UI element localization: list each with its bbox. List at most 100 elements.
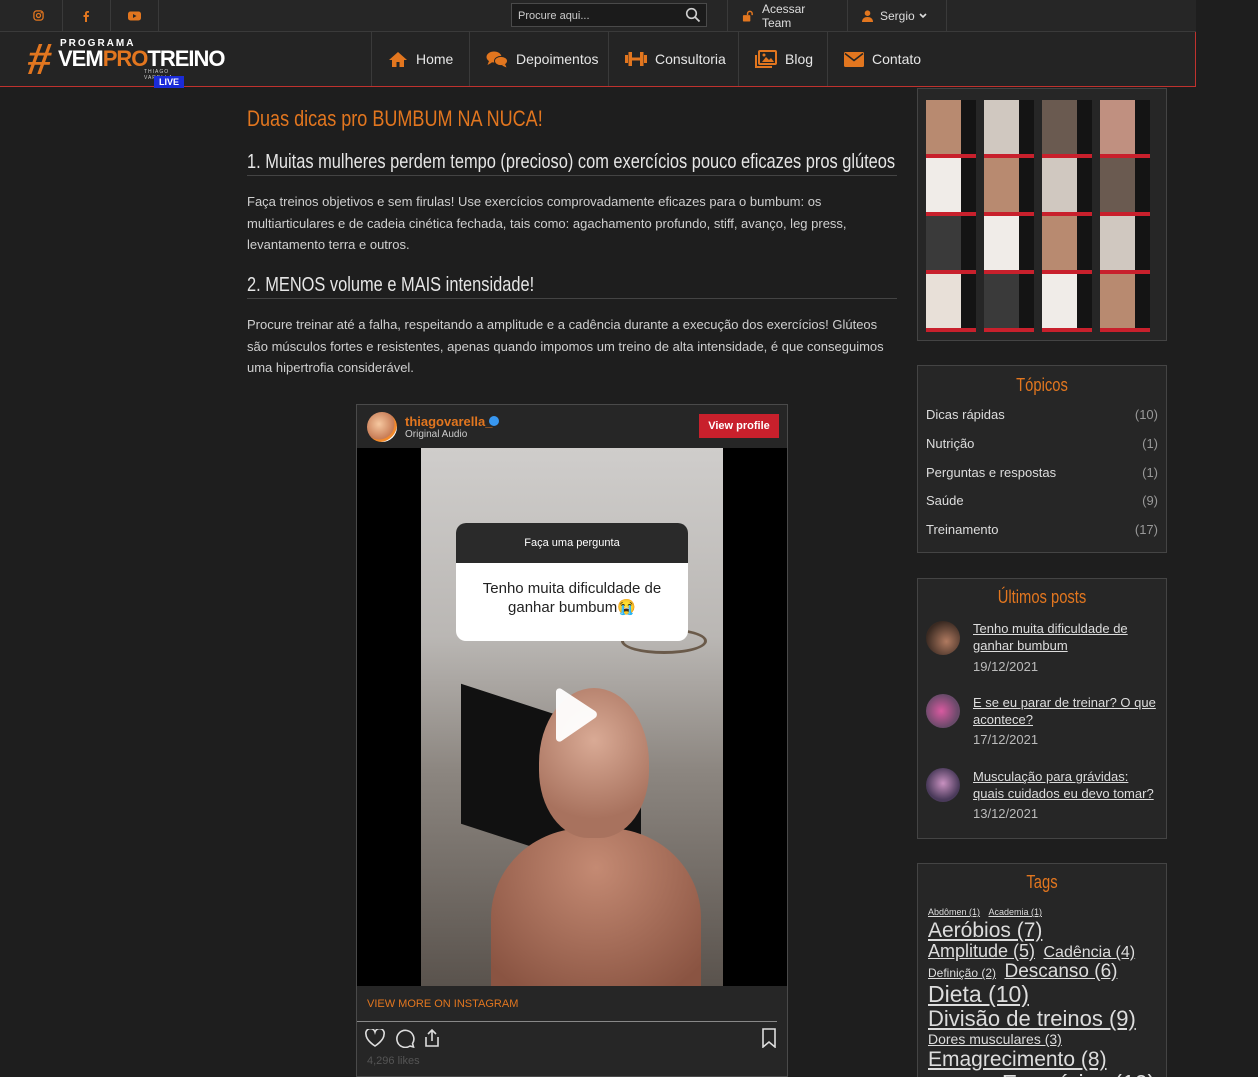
post-thumbnail[interactable] [926, 621, 960, 655]
gallery-thumbnail[interactable] [1042, 100, 1092, 158]
divider [247, 175, 897, 176]
topic-item[interactable]: Dicas rápidas (10) [926, 407, 1158, 422]
paragraph-2: Procure treinar até a falha, respeitando… [247, 317, 884, 375]
team-access-button[interactable]: Acessar Team [727, 0, 846, 31]
chevron-down-icon [919, 12, 927, 18]
tag-link[interactable]: Emagrecimento (8) [928, 1048, 1107, 1071]
topic-item[interactable]: Nutrição (1) [926, 436, 1158, 451]
comment-icon[interactable] [395, 1028, 415, 1048]
gallery-thumbnail[interactable] [1100, 100, 1150, 158]
post-thumbnail[interactable] [926, 768, 960, 802]
post-date: 19/12/2021 [973, 659, 1039, 674]
nav-blog[interactable]: Blog [738, 32, 829, 86]
tag-link[interactable]: Academia (1) [988, 907, 1042, 917]
topics-panel: Tópicos Dicas rápidas (10) Nutrição (1) Pe… [917, 365, 1167, 553]
team-access-label: Acessar Team [761, 1, 806, 30]
share-icon[interactable] [423, 1028, 441, 1048]
tags-title: Tags [1026, 872, 1058, 892]
logo-wordmark: VEMPROTREINO [58, 46, 226, 71]
audio-label[interactable]: Original Audio [405, 429, 467, 440]
gallery-thumbnail[interactable] [1100, 216, 1150, 274]
tag-link[interactable]: Definição (2) [928, 966, 996, 980]
youtube-link[interactable] [110, 0, 159, 31]
bookmark-icon[interactable] [761, 1028, 777, 1048]
tag-link[interactable]: Cadência (4) [1044, 944, 1136, 961]
search-icon[interactable] [685, 7, 701, 23]
tag-cloud: Abdômen (1) Academia (1) Aeróbios (7) Am… [928, 902, 1160, 1077]
facebook-link[interactable] [62, 0, 111, 31]
section-heading-1: 1. Muitas mulheres perdem tempo (precios… [247, 151, 896, 173]
unlock-icon [742, 10, 753, 22]
gallery-thumbnail[interactable] [984, 158, 1034, 216]
question-sticker: Faça uma pergunta Tenho muita dificuldad… [456, 523, 688, 641]
search-input[interactable] [516, 6, 680, 26]
facebook-icon [83, 10, 89, 22]
instagram-embed: thiagovarella_ Original Audio View profi… [356, 404, 788, 1077]
home-icon [389, 51, 407, 67]
site-logo[interactable]: # PROGRAMA VEMPROTREINO THIAGO VARELLA L… [28, 33, 226, 88]
post-link[interactable]: Tenho muita dificuldade de ganhar bumbum [973, 620, 1161, 654]
instagram-username[interactable]: thiagovarella_ [405, 414, 492, 429]
nav-consultoria[interactable]: Consultoria [608, 32, 742, 86]
post-link[interactable]: E se eu parar de treinar? O que acontece… [973, 694, 1161, 728]
tag-link[interactable]: Dieta (10) [928, 981, 1029, 1007]
gallery-thumbnail[interactable] [1042, 274, 1092, 332]
gallery-thumbnail[interactable] [984, 100, 1034, 158]
section-heading-2: 2. MENOS volume e MAIS intensidade! [247, 274, 535, 296]
nav-depoimentos[interactable]: Depoimentos [469, 32, 615, 86]
post-date: 17/12/2021 [973, 732, 1039, 747]
heart-icon[interactable] [365, 1029, 385, 1047]
gallery-thumbnail[interactable] [1100, 274, 1150, 332]
gallery-thumbnail[interactable] [1042, 158, 1092, 216]
tag-link[interactable]: Divisão de treinos (9) [928, 1006, 1136, 1031]
tag-link[interactable]: Amplitude (5) [928, 941, 1035, 961]
nav-home[interactable]: Home [371, 32, 469, 86]
tag-link[interactable]: Abdômen (1) [928, 907, 980, 917]
user-menu[interactable]: Sergio [847, 0, 947, 31]
post-date: 13/12/2021 [973, 806, 1039, 821]
post-thumbnail[interactable] [926, 694, 960, 728]
tag-link[interactable]: Aeróbios (7) [928, 919, 1042, 942]
user-icon [862, 9, 873, 22]
video-frame: Faça uma pergunta Tenho muita dificuldad… [421, 448, 723, 986]
tag-link[interactable]: Dores musculares (3) [928, 1031, 1062, 1047]
comments-icon [486, 51, 508, 67]
nav-contato[interactable]: Contato [827, 32, 937, 86]
user-name: Sergio [880, 8, 915, 23]
view-more-link[interactable]: VIEW MORE ON INSTAGRAM [357, 986, 777, 1022]
topic-item[interactable]: Saúde (9) [926, 493, 1158, 508]
latest-posts-title: Últimos posts [997, 587, 1087, 607]
question-header: Faça uma pergunta [456, 523, 688, 563]
topic-item[interactable]: Perguntas e respostas (1) [926, 465, 1158, 480]
gallery-thumbnail[interactable] [1100, 158, 1150, 216]
likes-count: 4,296 likes [367, 1055, 420, 1067]
youtube-icon [127, 11, 141, 20]
video-player[interactable]: Faça uma pergunta Tenho muita dificuldad… [357, 448, 787, 986]
topics-title: Tópicos [1016, 375, 1068, 395]
post-link[interactable]: Musculação para grávidas: quais cuidados… [973, 768, 1161, 802]
logo-hash: # [28, 33, 51, 84]
paragraph-1: Faça treinos objetivos e sem firulas! Us… [247, 194, 847, 252]
latest-posts-panel: Últimos posts Tenho muita dificuldade de… [917, 578, 1167, 839]
question-text: Tenho muita dificuldade de ganhar bumbum… [482, 580, 662, 616]
gallery-thumbnail[interactable] [926, 274, 976, 332]
gallery-thumbnail[interactable] [984, 274, 1034, 332]
view-profile-button[interactable]: View profile [699, 414, 779, 438]
live-badge: LIVE [154, 76, 185, 88]
gallery-thumbnail[interactable] [1042, 216, 1092, 274]
instagram-link[interactable] [14, 0, 63, 31]
gallery-thumbnail[interactable] [984, 216, 1034, 274]
tag-link[interactable]: Exercícios (10) [1002, 1070, 1155, 1077]
post-actions [365, 1027, 779, 1053]
gallery-thumbnail[interactable] [926, 216, 976, 274]
article-title: Duas dicas pro BUMBUM NA NUCA! [247, 106, 543, 131]
photo-gallery [917, 88, 1167, 341]
avatar[interactable] [367, 412, 397, 442]
gallery-thumbnail[interactable] [926, 158, 976, 216]
tag-link[interactable]: Descanso (6) [1004, 961, 1117, 982]
gallery-thumbnail[interactable] [926, 100, 976, 158]
play-icon[interactable] [550, 688, 598, 742]
dumbbell-icon [625, 52, 647, 66]
search-box [511, 3, 707, 27]
topic-item[interactable]: Treinamento (17) [926, 522, 1158, 537]
